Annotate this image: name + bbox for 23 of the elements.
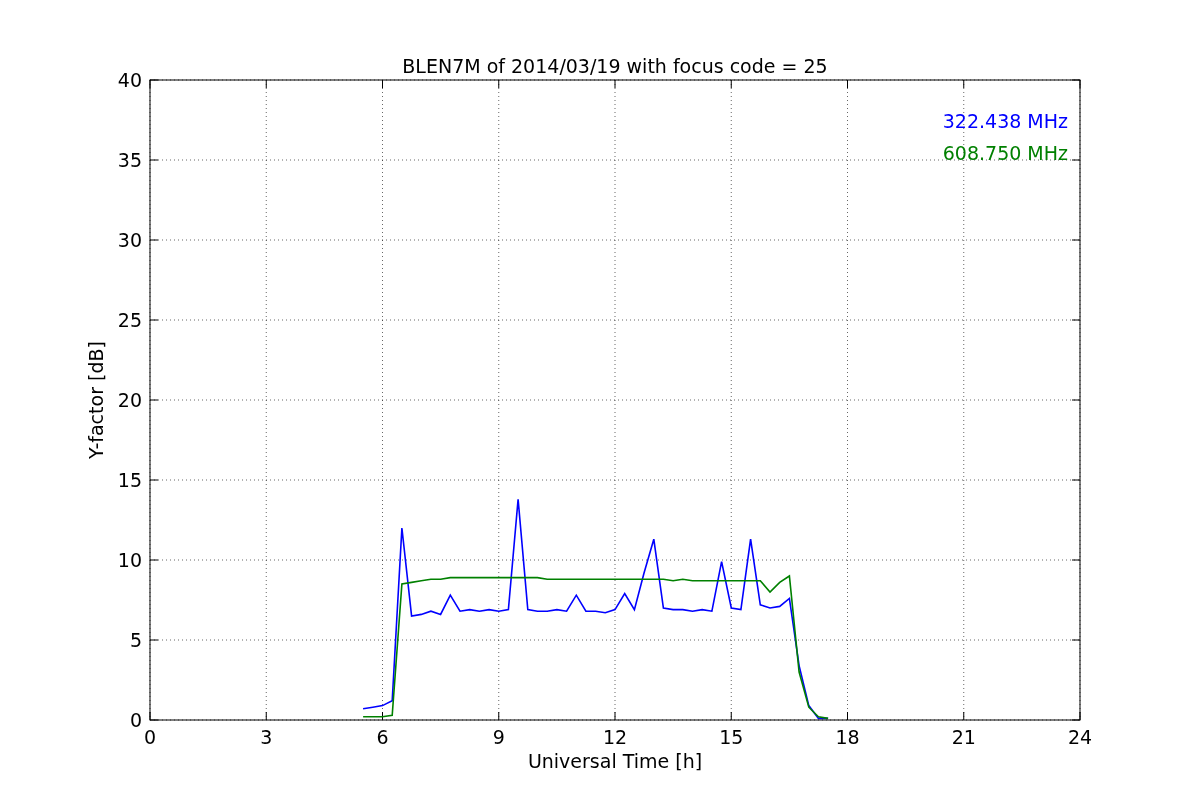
- legend-label: 322.438 MHz: [942, 110, 1068, 132]
- y-tick-label: 25: [117, 309, 142, 331]
- x-tick-label: 0: [143, 726, 157, 748]
- x-tick-label: 24: [1067, 726, 1093, 748]
- chart-title: BLEN7M of 2014/03/19 with focus code = 25: [402, 55, 828, 77]
- x-tick-label: 18: [835, 726, 860, 748]
- y-axis-label: Y-factor [dB]: [85, 341, 107, 459]
- x-tick-label: 3: [260, 726, 273, 748]
- y-tick-label: 30: [117, 229, 142, 251]
- y-tick-label: 5: [129, 629, 142, 651]
- y-tick-label: 40: [117, 69, 142, 91]
- x-tick-label: 12: [602, 726, 628, 748]
- y-tick-label: 15: [117, 469, 142, 491]
- x-tick-label: 21: [951, 726, 976, 748]
- x-tick-label: 15: [719, 726, 744, 748]
- y-tick-label: 20: [117, 389, 142, 411]
- y-tick-label: 0: [129, 709, 142, 731]
- x-tick-label: 9: [492, 726, 505, 748]
- y-tick-label: 10: [117, 549, 142, 571]
- x-axis-label: Universal Time [h]: [527, 750, 703, 772]
- x-tick-label: 6: [376, 726, 389, 748]
- legend-label: 608.750 MHz: [942, 142, 1068, 164]
- y-tick-label: 35: [117, 149, 142, 171]
